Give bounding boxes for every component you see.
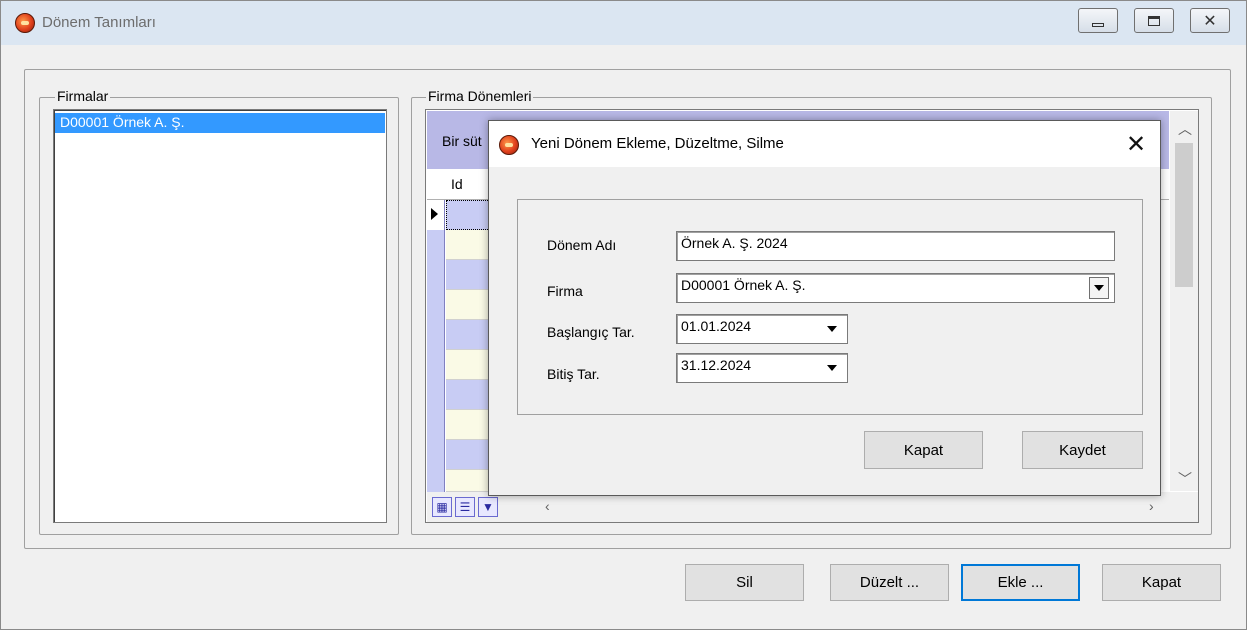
chevron-down-icon[interactable] bbox=[822, 318, 842, 340]
table-row[interactable] bbox=[446, 380, 490, 410]
grid-horizontal-scrollbar[interactable]: ▦ ☰ ▼ ‹ › bbox=[427, 492, 1198, 522]
app-logo-icon bbox=[15, 13, 35, 33]
bitis-date-value: 31.12.2024 bbox=[681, 357, 752, 373]
row-indicator[interactable] bbox=[427, 470, 445, 492]
row-indicator[interactable] bbox=[427, 320, 445, 350]
donem-adi-input[interactable]: Örnek A. Ş. 2024 bbox=[676, 231, 1115, 261]
firmalar-list[interactable]: D00001 Örnek A. Ş. bbox=[53, 109, 387, 523]
firmalar-legend: Firmalar bbox=[55, 88, 111, 104]
scroll-up-icon[interactable]: ︿ bbox=[1178, 119, 1192, 139]
kapat-button[interactable]: Kapat bbox=[1102, 564, 1221, 601]
dialog-title-bar: Yeni Dönem Ekleme, Düzeltme, Silme ✕ bbox=[489, 121, 1160, 167]
dialog-app-icon bbox=[499, 135, 519, 155]
title-bar: Dönem Tanımları ✕ bbox=[1, 1, 1246, 45]
dialog-title: Yeni Dönem Ekleme, Düzeltme, Silme bbox=[531, 135, 784, 152]
close-icon: ✕ bbox=[1203, 12, 1217, 30]
firma-donemleri-legend: Firma Dönemleri bbox=[426, 88, 534, 104]
close-button[interactable]: ✕ bbox=[1190, 8, 1230, 33]
row-indicator[interactable] bbox=[427, 350, 445, 380]
table-row[interactable] bbox=[446, 200, 490, 230]
group-panel-text: Bir süt bbox=[442, 133, 482, 149]
donem-adi-label: Dönem Adı bbox=[547, 237, 617, 253]
scroll-thumb[interactable] bbox=[1175, 143, 1193, 287]
column-header-id[interactable]: Id bbox=[451, 176, 463, 192]
chevron-down-icon[interactable] bbox=[822, 357, 842, 379]
chevron-down-icon[interactable] bbox=[1089, 277, 1109, 299]
scroll-left-icon[interactable]: ‹ bbox=[545, 498, 550, 514]
maximize-button[interactable] bbox=[1134, 8, 1174, 33]
donem-dialog: Yeni Dönem Ekleme, Düzeltme, Silme ✕ Dön… bbox=[488, 120, 1161, 496]
table-row[interactable] bbox=[446, 290, 490, 320]
bitis-label: Bitiş Tar. bbox=[547, 366, 600, 382]
row-indicator[interactable] bbox=[427, 260, 445, 290]
sil-button[interactable]: Sil bbox=[685, 564, 804, 601]
table-row[interactable] bbox=[446, 440, 490, 470]
table-row[interactable] bbox=[446, 230, 490, 260]
minimize-button[interactable] bbox=[1078, 8, 1118, 33]
ekle-button[interactable]: Ekle ... bbox=[961, 564, 1080, 601]
table-row[interactable] bbox=[446, 320, 490, 350]
scroll-right-icon[interactable]: › bbox=[1149, 498, 1154, 514]
table-row[interactable] bbox=[446, 260, 490, 290]
row-indicator[interactable] bbox=[427, 410, 445, 440]
filter-icon[interactable]: ▼ bbox=[478, 497, 498, 517]
row-indicator[interactable] bbox=[427, 440, 445, 470]
customize-columns-icon[interactable]: ☰ bbox=[455, 497, 475, 517]
maximize-icon bbox=[1148, 15, 1160, 26]
scroll-down-icon[interactable]: ﹀ bbox=[1178, 469, 1192, 489]
firma-select[interactable]: D00001 Örnek A. Ş. bbox=[676, 273, 1115, 303]
window-title: Dönem Tanımları bbox=[42, 14, 156, 31]
dialog-close-icon[interactable]: ✕ bbox=[1118, 127, 1154, 161]
minimize-icon bbox=[1092, 22, 1104, 27]
export-excel-icon[interactable]: ▦ bbox=[432, 497, 452, 517]
duzelt-button[interactable]: Düzelt ... bbox=[830, 564, 949, 601]
table-row[interactable] bbox=[446, 410, 490, 440]
baslangic-date-picker[interactable]: 01.01.2024 bbox=[676, 314, 848, 344]
baslangic-date-value: 01.01.2024 bbox=[681, 318, 752, 334]
row-indicator[interactable] bbox=[427, 290, 445, 320]
table-row[interactable] bbox=[446, 350, 490, 380]
dialog-kaydet-button[interactable]: Kaydet bbox=[1022, 431, 1143, 469]
dialog-kapat-button[interactable]: Kapat bbox=[864, 431, 983, 469]
current-row-arrow-icon bbox=[431, 208, 438, 220]
firma-select-value: D00001 Örnek A. Ş. bbox=[681, 277, 806, 293]
firma-label: Firma bbox=[547, 283, 583, 299]
row-indicator[interactable] bbox=[427, 230, 445, 260]
bitis-date-picker[interactable]: 31.12.2024 bbox=[676, 353, 848, 383]
grid-vertical-scrollbar[interactable]: ︿ ﹀ bbox=[1170, 111, 1198, 491]
baslangic-label: Başlangıç Tar. bbox=[547, 324, 635, 340]
table-row[interactable] bbox=[446, 470, 490, 492]
row-indicator[interactable] bbox=[427, 200, 445, 230]
list-item[interactable]: D00001 Örnek A. Ş. bbox=[55, 113, 385, 133]
row-indicator[interactable] bbox=[427, 380, 445, 410]
